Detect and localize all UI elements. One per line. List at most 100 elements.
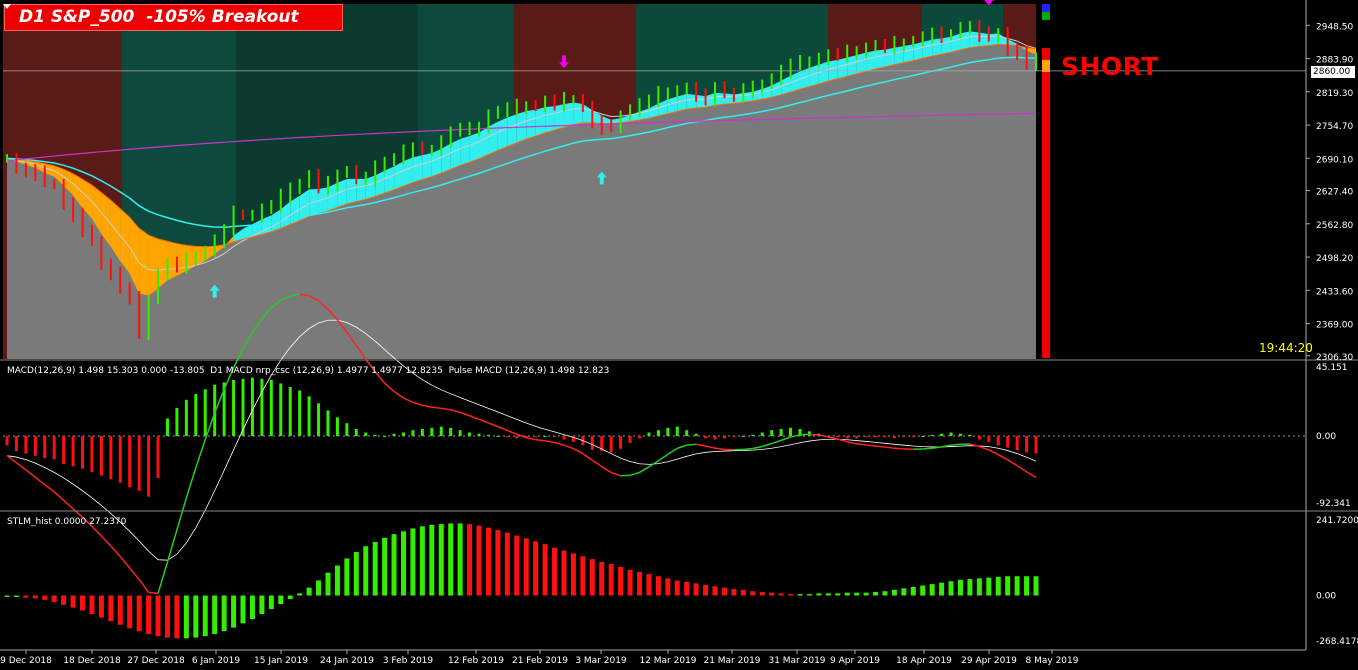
ribbon-segment	[384, 166, 395, 194]
ribbon-segment	[365, 175, 376, 200]
stlm-hist-bar	[249, 595, 255, 620]
ribbon-segment	[507, 114, 517, 147]
macd-hist-bar	[147, 436, 151, 497]
macd-line-segment	[573, 448, 584, 455]
macd-line-segment	[771, 439, 782, 445]
macd-axis-label: 0.00	[1316, 432, 1336, 442]
stlm-hist-bar	[788, 594, 794, 596]
macd-hist-bar	[364, 432, 368, 436]
stlm-axis-label: 241.7200	[1316, 516, 1358, 526]
stlm-hist-bar	[70, 595, 76, 608]
macd-line-segment	[554, 441, 565, 446]
ribbon-segment	[960, 31, 970, 50]
macd-hist-bar	[921, 436, 925, 437]
macd-line-segment	[138, 579, 150, 593]
stlm-hist-bar	[467, 524, 473, 596]
macd-line-segment	[884, 446, 895, 450]
stlm-hist-bar	[863, 592, 869, 596]
macd-line-segment	[393, 390, 404, 399]
x-tick-label: 21 Mar 2019	[703, 656, 760, 666]
macd-hist-bar	[99, 436, 103, 476]
ribbon-segment	[951, 33, 961, 53]
y-tick-label: 2754.70	[1316, 122, 1353, 132]
stlm-hist-bar	[429, 524, 435, 596]
stlm-hist-bar	[42, 595, 48, 600]
stlm-hist-bar	[485, 527, 491, 596]
stlm-hist-bar	[183, 595, 189, 639]
macd-line-segment	[469, 415, 480, 420]
macd-hist-bar	[836, 436, 840, 438]
stlm-hist-bar	[835, 593, 841, 596]
dropdown-triangle-icon[interactable]	[3, 4, 11, 9]
macd-line-segment	[894, 447, 904, 450]
macd-hist-bar	[845, 436, 849, 439]
macd-line-segment	[535, 438, 546, 442]
macd-line-segment	[129, 567, 140, 580]
macd-line-segment	[686, 443, 697, 446]
stlm-hist-bar	[1014, 576, 1020, 596]
stlm-hist-bar	[995, 576, 1001, 596]
stlm-hist-bar	[618, 566, 624, 596]
macd-line-segment	[63, 499, 74, 510]
macd-line-segment	[988, 449, 999, 456]
stlm-hist-bar	[665, 578, 671, 596]
stlm-hist-bar	[80, 595, 86, 611]
macd-line-segment	[563, 444, 574, 450]
ribbon-segment	[884, 47, 895, 67]
stlm-hist-bar	[457, 523, 463, 596]
stlm-hist-bar	[212, 595, 218, 635]
stlm-hist-bar	[674, 580, 680, 596]
x-tick-label: 9 Dec 2018	[0, 656, 52, 666]
ribbon-segment	[167, 241, 177, 281]
macd-line-segment	[1026, 471, 1037, 479]
stlm-hist-bar	[873, 591, 879, 596]
ribbon-segment	[526, 109, 536, 140]
macd-line-segment	[1007, 459, 1018, 467]
macd-hist-bar	[789, 427, 793, 436]
title-banner: D1 S&P_500 -105% Breakout	[4, 4, 343, 31]
stlm-hist-bar	[901, 588, 907, 596]
macd-hist-bar	[165, 418, 169, 436]
macd-line-segment	[582, 452, 593, 461]
macd-line-segment	[922, 447, 933, 450]
macd-hist-bar	[90, 436, 94, 473]
stlm-hist-bar	[797, 594, 803, 596]
stlm-hist-bar	[929, 584, 935, 596]
y-tick-label: 2498.20	[1316, 254, 1353, 264]
macd-line-segment	[497, 425, 508, 432]
macd-hist-bar	[43, 436, 47, 459]
stlm-hist-bar	[231, 595, 237, 628]
macd-hist-bar	[534, 436, 538, 438]
macd-hist-bar	[383, 436, 387, 437]
macd-hist-bar	[704, 436, 708, 439]
macd-line-segment	[979, 445, 990, 451]
ribbon-segment	[941, 36, 952, 55]
macd-hist-bar	[203, 389, 207, 436]
stlm-hist-bar	[495, 529, 501, 596]
chart-canvas[interactable]: 2948.50 2883.90 2819.30 2754.70 2690.10 2627.…	[0, 0, 1358, 670]
macd-line-segment	[488, 422, 499, 428]
macd-line-segment	[176, 497, 188, 531]
x-tick-label: 15 Jan 2019	[254, 656, 308, 666]
ribbon-segment	[139, 228, 149, 296]
stlm-hist-bar	[325, 572, 331, 596]
macd-line-segment	[809, 433, 819, 436]
ribbon-segment	[988, 33, 999, 46]
macd-hist-bar	[958, 433, 962, 436]
current-price-tag: 2860.00	[1311, 66, 1355, 78]
macd-hist-bar	[496, 436, 500, 437]
stlm-axis-label: -268.4178	[1316, 637, 1358, 647]
stlm-hist-bar	[627, 569, 633, 596]
ribbon-segment	[148, 235, 159, 296]
macd-indicator-label: MACD(12,26,9) 1.498 15.303 0.000 -13.805…	[7, 366, 610, 376]
macd-hist-bar	[401, 432, 405, 436]
stlm-hist-bar	[854, 592, 860, 596]
stlm-hist-bar	[202, 595, 208, 637]
stlm-hist-bar	[259, 595, 265, 615]
stlm-hist-bar	[552, 547, 558, 596]
macd-hist-bar	[345, 423, 349, 436]
macd-line-segment	[601, 465, 612, 474]
macd-line-segment	[91, 525, 102, 537]
stlm-hist-bar	[164, 595, 170, 638]
macd-hist-bar	[317, 403, 321, 436]
